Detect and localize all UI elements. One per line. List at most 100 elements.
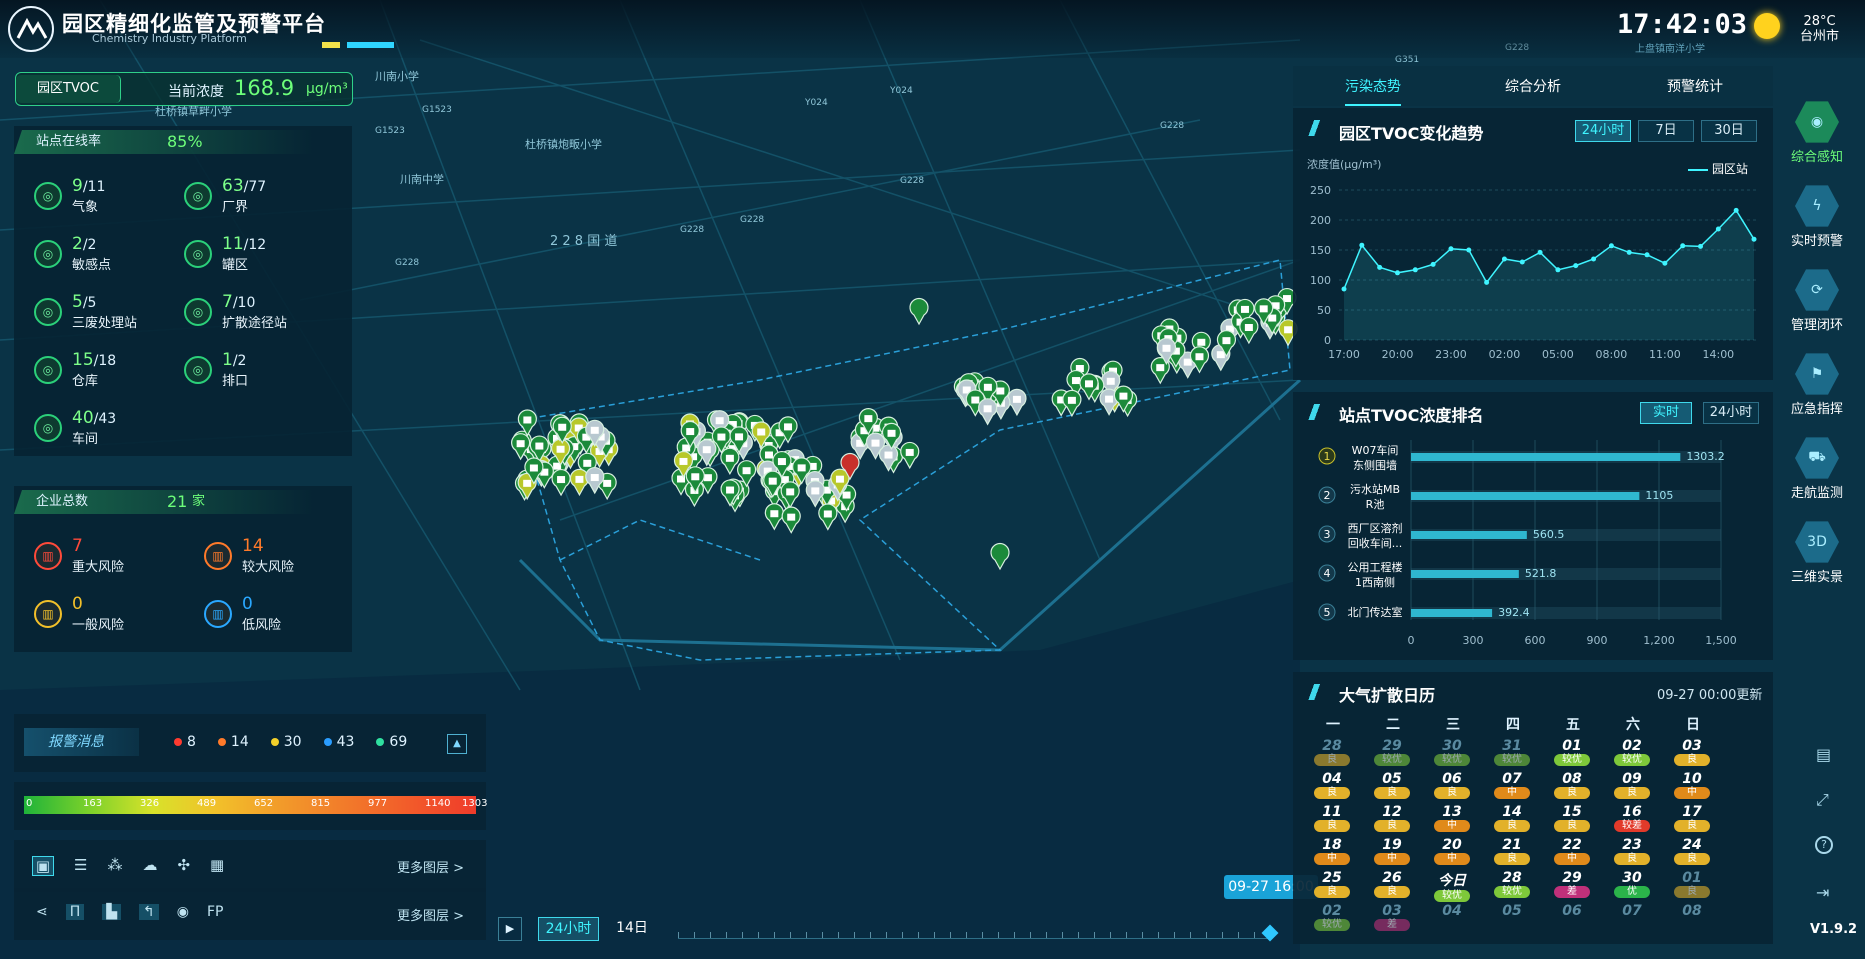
calendar-day[interactable]: 19 中 xyxy=(1372,837,1412,865)
calendar-day[interactable]: 01 良 xyxy=(1672,870,1712,898)
trend-chart[interactable]: 0 50 100 150 200 250 17:00 20:00 23:00 02:00 05:00… xyxy=(1293,168,1773,378)
fp-layer-button[interactable]: FP xyxy=(207,904,224,920)
tab-pollution[interactable]: 污染态势 xyxy=(1345,76,1401,106)
calendar-day[interactable]: 17 良 xyxy=(1672,804,1712,832)
calendar-day[interactable]: 30 较优 xyxy=(1432,738,1472,766)
calendar-day[interactable]: 04 xyxy=(1432,903,1472,919)
more-layers-link[interactable]: 更多图层 > xyxy=(397,857,464,876)
alarm-count-2[interactable]: 30 xyxy=(270,734,302,750)
calendar-day[interactable]: 04 良 xyxy=(1312,771,1352,799)
risk-stat-1[interactable]: ▥ 14 较大风险 xyxy=(204,536,294,575)
alarm-count-4[interactable]: 69 xyxy=(376,734,407,750)
station-stat-6[interactable]: ◎ 15/18 仓库 xyxy=(34,350,116,389)
rail-item-0[interactable]: ◉ 综合感知 xyxy=(1786,100,1848,165)
tab-warning-stats[interactable]: 预警统计 xyxy=(1667,76,1723,96)
calendar-day[interactable]: 06 良 xyxy=(1432,771,1472,799)
calendar-day[interactable]: 24 良 xyxy=(1672,837,1712,865)
play-button[interactable]: ▶ xyxy=(498,917,522,941)
station-share-icon[interactable]: ⋖ xyxy=(36,904,48,920)
calendar-day[interactable]: 28 良 xyxy=(1312,738,1352,766)
calendar-day[interactable]: 05 良 xyxy=(1372,771,1412,799)
layer-wind-icon[interactable]: ✣ xyxy=(177,856,190,876)
layer-list-icon[interactable]: ☰ xyxy=(74,856,87,876)
trend-range-7d[interactable]: 7日 xyxy=(1638,120,1694,142)
station-stat-3[interactable]: ◎ 11/12 罐区 xyxy=(184,234,266,273)
calendar-day[interactable]: 02 较优 xyxy=(1612,738,1652,766)
calendar-day[interactable]: 03 差 xyxy=(1372,903,1412,931)
risk-stat-3[interactable]: ▥ 0 低风险 xyxy=(204,594,281,633)
calendar-day[interactable]: 29 较优 xyxy=(1372,738,1412,766)
calendar-day[interactable]: 14 良 xyxy=(1492,804,1532,832)
calendar-day[interactable]: 08 良 xyxy=(1552,771,1592,799)
station-stat-4[interactable]: ◎ 5/5 三废处理站 xyxy=(34,292,137,331)
calendar-day[interactable]: 07 中 xyxy=(1492,771,1532,799)
calendar-day[interactable]: 16 较差 xyxy=(1612,804,1652,832)
rail-item-1[interactable]: ϟ 实时预警 xyxy=(1786,184,1848,249)
rail-item-4[interactable]: ⛟ 走航监测 xyxy=(1786,436,1848,501)
calendar-day[interactable]: 18 中 xyxy=(1312,837,1352,865)
range-14d-button[interactable]: 14日 xyxy=(608,917,656,941)
rank-chart[interactable]: 0 300 600 900 1,200 1,500 1 W07车间东侧围墙 1303.2 2 污水站… xyxy=(1293,432,1773,660)
calendar-day[interactable]: 03 良 xyxy=(1672,738,1712,766)
rank-mode-24h[interactable]: 24小时 xyxy=(1703,402,1759,424)
layer-select-icon[interactable]: ▣ xyxy=(32,856,54,876)
calendar-day[interactable]: 12 良 xyxy=(1372,804,1412,832)
calendar-day[interactable]: 02 较优 xyxy=(1312,903,1352,931)
tvoc-tab[interactable]: 园区TVOC xyxy=(16,75,121,103)
rail-item-2[interactable]: ⟳ 管理闭环 xyxy=(1786,268,1848,333)
calendar-day[interactable]: 13 中 xyxy=(1432,804,1472,832)
trend-range-30d[interactable]: 30日 xyxy=(1701,120,1757,142)
timeline-track[interactable] xyxy=(678,919,1268,939)
calendar-day[interactable]: 06 xyxy=(1552,903,1592,919)
logout-icon[interactable]: ⇥ xyxy=(1816,883,1829,902)
calendar-day[interactable]: 08 xyxy=(1672,903,1712,919)
calendar-day[interactable]: 31 较优 xyxy=(1492,738,1532,766)
station-factory-icon[interactable]: ▙ xyxy=(102,904,122,920)
rail-item-3[interactable]: ⚑ 应急指挥 xyxy=(1786,352,1848,417)
calendar-day[interactable]: 28 较优 xyxy=(1492,870,1532,898)
calendar-day[interactable]: 11 良 xyxy=(1312,804,1352,832)
calendar-day[interactable]: 20 中 xyxy=(1432,837,1472,865)
alarm-count-3[interactable]: 43 xyxy=(323,734,354,750)
calendar-day[interactable]: 21 良 xyxy=(1492,837,1532,865)
calendar-day[interactable]: 23 良 xyxy=(1612,837,1652,865)
calendar-day[interactable]: 25 良 xyxy=(1312,870,1352,898)
help-icon[interactable]: ? xyxy=(1815,836,1833,854)
layer-cloud-icon[interactable]: ☁ xyxy=(142,856,157,876)
station-stat-0[interactable]: ◎ 9/11 气象 xyxy=(34,176,105,215)
station-stat-8[interactable]: ◎ 40/43 车间 xyxy=(34,408,116,447)
rail-item-5[interactable]: 3D 三维实景 xyxy=(1786,520,1848,585)
trend-range-24h[interactable]: 24小时 xyxy=(1575,120,1631,142)
station-boundary-icon[interactable]: Π xyxy=(65,904,85,920)
calendar-day[interactable]: 22 中 xyxy=(1552,837,1592,865)
alarm-count-1[interactable]: 14 xyxy=(217,734,249,750)
layer-cluster-icon[interactable]: ⁂ xyxy=(107,856,122,876)
station-diffusion-icon[interactable]: ◉ xyxy=(177,904,189,920)
calendar-day[interactable]: 07 xyxy=(1612,903,1652,919)
more-layers-link-2[interactable]: 更多图层 > xyxy=(397,905,464,924)
station-stat-7[interactable]: ◎ 1/2 排口 xyxy=(184,350,248,389)
calendar-day[interactable]: 09 良 xyxy=(1612,771,1652,799)
tab-analysis[interactable]: 综合分析 xyxy=(1505,76,1561,96)
station-stat-2[interactable]: ◎ 2/2 敏感点 xyxy=(34,234,111,273)
alarm-count-0[interactable]: 8 xyxy=(174,734,196,750)
station-stat-1[interactable]: ◎ 63/77 厂界 xyxy=(184,176,266,215)
range-24h-button[interactable]: 24小时 xyxy=(538,917,599,941)
collapse-button[interactable]: ▲ xyxy=(447,734,467,754)
risk-stat-0[interactable]: ▥ 7 重大风险 xyxy=(34,536,124,575)
calendar-day[interactable]: 29 差 xyxy=(1552,870,1592,898)
toolbox-icon[interactable]: ▤ xyxy=(1816,745,1831,764)
calendar-day[interactable]: 15 良 xyxy=(1552,804,1592,832)
station-outlet-icon[interactable]: ↰ xyxy=(139,904,159,920)
calendar-day[interactable]: 05 xyxy=(1492,903,1532,919)
calendar-day[interactable]: 26 良 xyxy=(1372,870,1412,898)
calendar-day[interactable]: 10 中 xyxy=(1672,771,1712,799)
rank-mode-realtime[interactable]: 实时 xyxy=(1640,402,1692,424)
risk-stat-2[interactable]: ▥ 0 一般风险 xyxy=(34,594,124,633)
calendar-day[interactable]: 30 优 xyxy=(1612,870,1652,898)
calendar-day[interactable]: 01 较优 xyxy=(1552,738,1592,766)
layer-grid-icon[interactable]: ▦ xyxy=(210,856,224,876)
station-stat-5[interactable]: ◎ 7/10 扩散途径站 xyxy=(184,292,287,331)
fullscreen-icon[interactable]: ⤢ xyxy=(1816,790,1829,810)
calendar-day[interactable]: 今日 较优 xyxy=(1432,870,1472,902)
